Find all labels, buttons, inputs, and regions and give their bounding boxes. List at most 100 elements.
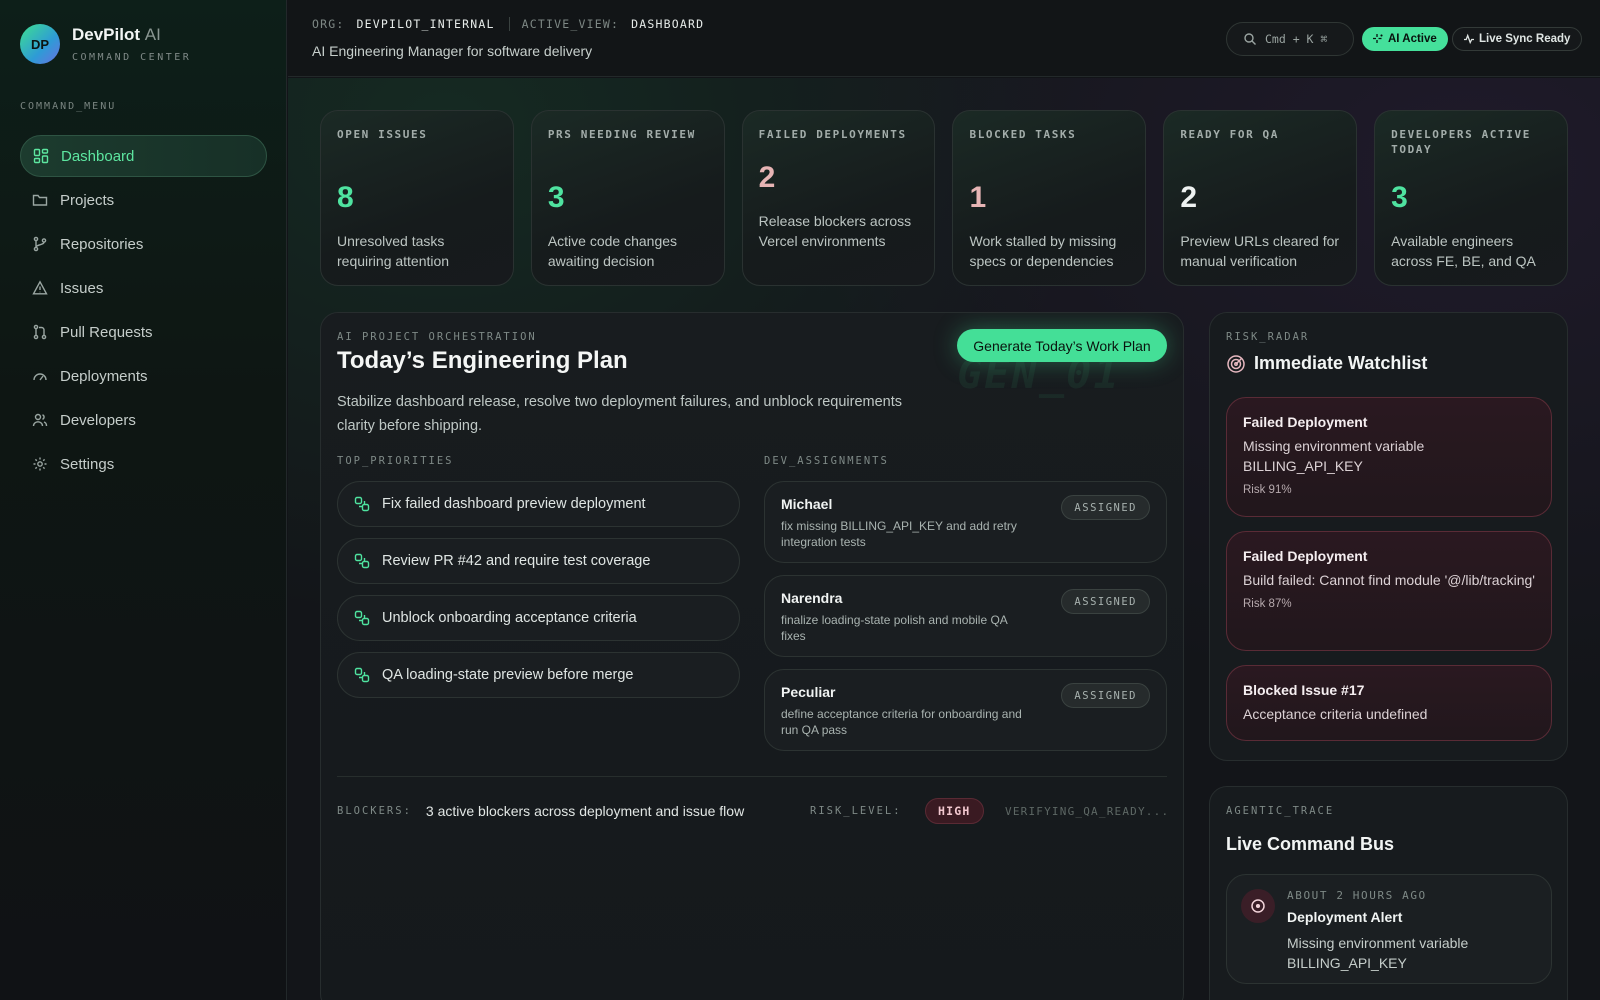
- radar-eyebrow: RISK_RADAR: [1226, 331, 1310, 343]
- stat-label: READY FOR QA: [1180, 128, 1279, 141]
- stat-value: 8: [337, 181, 354, 214]
- stat-card-failed-deployments[interactable]: FAILED DEPLOYMENTS 2 Release blockers ac…: [741, 110, 936, 286]
- stat-card-ready-qa[interactable]: READY FOR QA 2 Preview URLs cleared for …: [1163, 110, 1358, 286]
- assignment-task: define acceptance criteria for onboardin…: [781, 707, 1022, 737]
- risk-level-key: RISK_LEVEL:: [810, 805, 902, 817]
- folder-icon: [32, 194, 48, 206]
- priority-item[interactable]: Unblock onboarding acceptance criteria: [337, 595, 740, 641]
- pull-request-icon: [33, 324, 47, 340]
- command-search[interactable]: Cmd + K ⌘: [1226, 22, 1354, 56]
- sidebar-item-label: Developers: [60, 411, 136, 429]
- plan-divider: [337, 776, 1167, 777]
- stat-value: 3: [1391, 181, 1408, 214]
- watchlist-desc: Acceptance criteria undefined: [1243, 706, 1428, 722]
- stat-card-open-issues[interactable]: OPEN ISSUES 8 Unresolved tasks requiring…: [320, 110, 514, 286]
- stat-card-prs-review[interactable]: PRS NEEDING REVIEW 3 Active code changes…: [530, 110, 725, 286]
- event-time: ABOUT 2 HOURS AGO: [1287, 889, 1427, 902]
- sidebar-item-settings[interactable]: Settings: [20, 443, 267, 485]
- watchlist-item[interactable]: Failed Deployment Missing environment va…: [1226, 397, 1552, 517]
- git-branch-icon: [33, 236, 47, 252]
- view-value[interactable]: DASHBOARD: [631, 17, 704, 31]
- priority-text: Review PR #42 and require test coverage: [382, 553, 651, 569]
- generate-plan-button[interactable]: Generate Today’s Work Plan: [957, 329, 1167, 362]
- bus-eyebrow: AGENTIC_TRACE: [1226, 805, 1335, 817]
- stat-desc: Work stalled by missing specs or depende…: [969, 233, 1117, 269]
- stat-card-developers-active[interactable]: DEVELOPERS ACTIVE TODAY 3 Available engi…: [1374, 110, 1568, 286]
- stat-label: PRS NEEDING REVIEW: [547, 128, 696, 141]
- dashboard-icon: [33, 148, 49, 164]
- org-key: ORG:: [312, 17, 345, 31]
- watchlist-risk: Risk 87%: [1243, 598, 1292, 610]
- radar-title-text: Immediate Watchlist: [1254, 353, 1428, 373]
- brand-name-text: DevPilot: [72, 25, 141, 44]
- command-bus-panel: AGENTIC_TRACE Live Command Bus ABOUT 2 H…: [1209, 786, 1568, 1000]
- sidebar-item-deployments[interactable]: Deployments: [20, 355, 267, 397]
- watchlist-title: Blocked Issue #17: [1243, 682, 1365, 698]
- sidebar-item-pull-requests[interactable]: Pull Requests: [20, 311, 267, 353]
- assignment-card[interactable]: Narendra finalize loading-state polish a…: [764, 575, 1167, 657]
- sync-status-badge[interactable]: Live Sync Ready: [1452, 27, 1583, 51]
- sidebar-item-developers[interactable]: Developers: [20, 399, 267, 441]
- gauge-icon: [33, 373, 47, 381]
- link-icon: [354, 610, 370, 626]
- stat-label: DEVELOPERS ACTIVE TODAY: [1391, 128, 1531, 156]
- assignment-card[interactable]: Peculiar define acceptance criteria for …: [764, 669, 1167, 751]
- search-icon: [1244, 33, 1256, 45]
- brand[interactable]: DP DevPilot AI COMMAND CENTER: [20, 24, 191, 64]
- watchlist-desc: Missing environment variable BILLING_API…: [1243, 438, 1425, 474]
- link-icon: [354, 667, 370, 683]
- brand-subtitle: COMMAND CENTER: [72, 52, 192, 63]
- header-tagline: AI Engineering Manager for software deli…: [312, 43, 593, 59]
- sidebar-item-dashboard[interactable]: Dashboard: [20, 135, 267, 177]
- stat-card-blocked-tasks[interactable]: BLOCKED TASKS 1 Work stalled by missing …: [952, 110, 1147, 286]
- stat-desc: Unresolved tasks requiring attention: [337, 233, 450, 269]
- risk-level-badge: HIGH: [925, 798, 984, 824]
- bus-title: Live Command Bus: [1226, 834, 1395, 854]
- blockers-value: 3 active blockers across deployment and …: [425, 803, 745, 819]
- view-key: ACTIVE_VIEW:: [521, 17, 620, 31]
- risk-radar-panel: RISK_RADAR Immediate Watchlist Failed De…: [1209, 312, 1568, 761]
- event-title: Deployment Alert: [1287, 909, 1403, 925]
- assigned-badge: ASSIGNED: [1061, 495, 1150, 520]
- link-icon: [354, 553, 370, 569]
- priority-item[interactable]: QA loading-state preview before merge: [337, 652, 740, 698]
- watchlist-title: Failed Deployment: [1243, 548, 1368, 564]
- activity-icon: [1464, 33, 1474, 45]
- stat-value: 3: [547, 181, 565, 214]
- sidebar-item-projects[interactable]: Projects: [20, 179, 267, 221]
- stat-label: OPEN ISSUES: [337, 128, 428, 141]
- priority-item[interactable]: Fix failed dashboard preview deployment: [337, 481, 740, 527]
- ai-status-badge[interactable]: AI Active: [1362, 27, 1448, 51]
- assignment-card[interactable]: Michael fix missing BILLING_API_KEY and …: [764, 481, 1167, 563]
- stat-value: 1: [969, 181, 987, 214]
- assignment-task: fix missing BILLING_API_KEY and add retr…: [781, 519, 1017, 549]
- top-header: ORG: DEVPILOT_INTERNAL ACTIVE_VIEW: DASH…: [288, 0, 1600, 77]
- priority-item[interactable]: Review PR #42 and require test coverage: [337, 538, 740, 584]
- sync-status-label: Live Sync Ready: [1479, 33, 1571, 45]
- stat-value: 2: [758, 161, 776, 194]
- event-desc: Missing environment variable BILLING_API…: [1287, 935, 1469, 971]
- engineering-plan-panel: AI PROJECT ORCHESTRATION Today’s Enginee…: [320, 312, 1184, 1000]
- radar-icon: [1227, 354, 1245, 373]
- blockers-key: BLOCKERS:: [337, 805, 412, 817]
- blockers-bar: BLOCKERS: 3 active blockers across deplo…: [337, 796, 1170, 826]
- stat-desc: Available engineers across FE, BE, and Q…: [1391, 233, 1536, 269]
- sidebar-item-label: Pull Requests: [60, 323, 153, 341]
- sidebar-item-repositories[interactable]: Repositories: [20, 223, 267, 265]
- brand-avatar: DP: [20, 24, 60, 64]
- trace-event[interactable]: ABOUT 2 HOURS AGO Deployment Alert Missi…: [1226, 874, 1552, 984]
- stats-row: OPEN ISSUES 8 Unresolved tasks requiring…: [320, 110, 1568, 286]
- sidebar-item-label: Projects: [60, 191, 115, 209]
- stat-desc: Active code changes awaiting decision: [547, 233, 678, 269]
- breadcrumb: ORG: DEVPILOT_INTERNAL ACTIVE_VIEW: DASH…: [312, 17, 718, 31]
- watchlist-title: Failed Deployment: [1243, 414, 1368, 430]
- ai-status-label: AI Active: [1388, 33, 1437, 45]
- watchlist-item[interactable]: Blocked Issue #17 Acceptance criteria un…: [1226, 665, 1552, 741]
- sidebar: DP DevPilot AI COMMAND CENTER COMMAND_ME…: [0, 0, 287, 1000]
- brand-suffix: AI: [144, 25, 161, 44]
- verify-status: VERIFYING_QA_READY...: [1005, 804, 1170, 818]
- sidebar-item-issues[interactable]: Issues: [20, 267, 267, 309]
- org-value[interactable]: DEVPILOT_INTERNAL: [357, 17, 495, 31]
- alert-circle-icon: [1241, 889, 1275, 923]
- watchlist-item[interactable]: Failed Deployment Build failed: Cannot f…: [1226, 531, 1552, 651]
